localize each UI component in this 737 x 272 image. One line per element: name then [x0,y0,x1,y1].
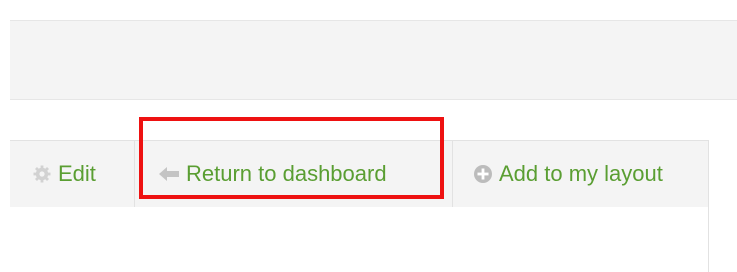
plus-circle-icon [473,164,493,184]
add-to-my-layout-button[interactable]: Add to my layout [473,141,663,207]
return-to-dashboard-button[interactable]: Return to dashboard [158,141,387,207]
toolbar-divider [134,141,135,207]
return-to-dashboard-label: Return to dashboard [186,161,387,186]
arrow-left-icon [158,165,180,183]
edit-label: Edit [58,161,96,186]
top-header-band [10,20,737,100]
add-to-my-layout-label: Add to my layout [499,161,663,186]
toolbar-divider [452,141,453,207]
page-toolbar: Edit Return to dashboard Add to my layou… [10,140,709,208]
content-panel [10,207,709,272]
edit-button[interactable]: Edit [32,141,96,207]
gear-icon [32,164,52,184]
